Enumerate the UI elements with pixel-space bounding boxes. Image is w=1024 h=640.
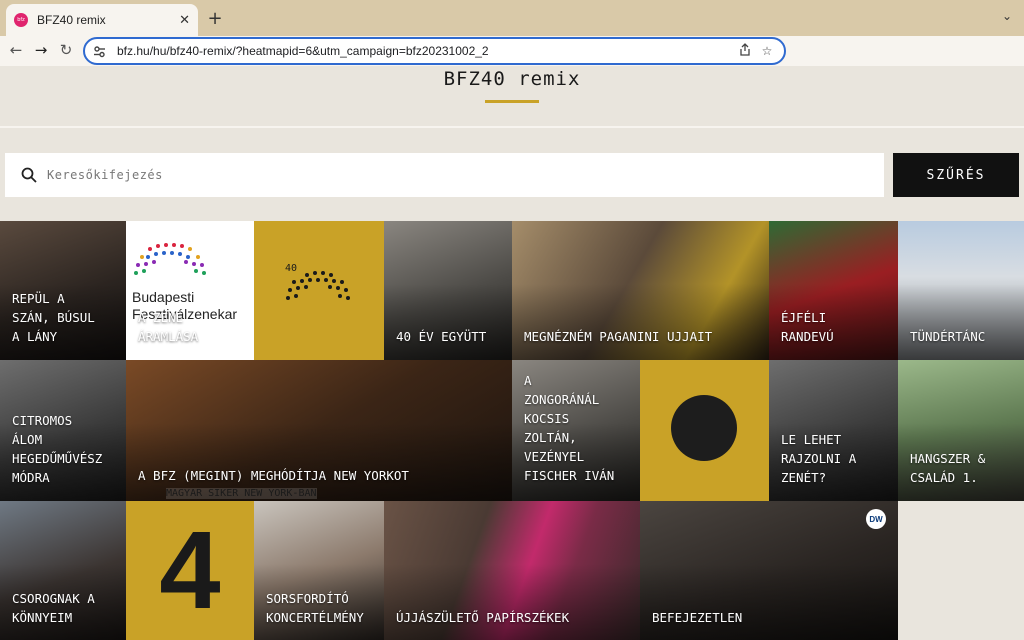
tile-label: BEFEJEZETLEN: [652, 610, 743, 625]
tile-ejfeli-randevu[interactable]: ÉJFÉLI RANDEVÚ: [769, 221, 898, 360]
tile-a-zene-aramlasa[interactable]: Budapesti Fesztiválzenekar A ZENE ÁRAMLÁ…: [126, 221, 254, 360]
black-circle-icon: [671, 395, 737, 461]
tile-bfz40-logo[interactable]: 40: [254, 221, 384, 360]
tile-label: A ZENE ÁRAMLÁSA: [138, 310, 199, 344]
site-favicon-icon: bfz: [14, 13, 28, 27]
tile-label: LE LEHET RAJZOLNI A ZENÉT?: [781, 432, 857, 485]
tile-kocsis-fischer[interactable]: A ZONGORÁNÁL KOCSIS ZOLTÁN, VEZÉNYEL FIS…: [512, 360, 640, 501]
tile-le-lehet-rajzolni[interactable]: LE LEHET RAJZOLNI A ZENÉT?: [769, 360, 898, 501]
video-tile-grid: REPÜL A SZÁN, BÚSUL A LÁNY Budapesti Fes…: [0, 221, 1024, 640]
search-icon: [21, 167, 37, 183]
tile-label: ÉJFÉLI RANDEVÚ: [781, 310, 834, 344]
tile-40-ev-egyutt[interactable]: 40 ÉV EGYÜTT: [384, 221, 512, 360]
tile-tunderanc[interactable]: TÜNDÉRTÁNC: [898, 221, 1024, 360]
tile-label: A BFZ (MEGINT) MEGHÓDÍTJA NEW YORKOT: [138, 468, 409, 483]
filter-button[interactable]: SZŰRÉS: [893, 153, 1019, 197]
page-title: BFZ40 remix: [443, 68, 581, 90]
large-digit: 4: [159, 509, 221, 632]
tile-bfz-new-york[interactable]: A BFZ (MEGINT) MEGHÓDÍTJA NEW YORKOT MAG…: [126, 360, 512, 501]
url-text[interactable]: bfz.hu/hu/bfz40-remix/?heatmapid=6&utm_c…: [117, 44, 734, 58]
share-icon[interactable]: [734, 43, 756, 59]
tile-ujjaszuleto-papirszekek[interactable]: ÚJJÁSZÜLETŐ PAPÍRSZÉKEK: [384, 501, 640, 640]
site-info-icon[interactable]: [93, 44, 107, 58]
tile-csorognak-a-konnyeim[interactable]: CSOROGNAK A KÖNNYEIM: [0, 501, 126, 640]
tile-sorsfordito-koncertelmeny[interactable]: SORSFORDÍTÓ KONCERTÉLMÉNY: [254, 501, 384, 640]
header-divider: [0, 126, 1024, 128]
tile-megneznem-paganini[interactable]: MEGNÉZNÉM PAGANINI UJJAIT: [512, 221, 769, 360]
tile-hangszer-csalad[interactable]: HANGSZER & CSALÁD 1.: [898, 360, 1024, 501]
tab-title: BFZ40 remix: [37, 13, 106, 27]
tab-list-chevron-icon[interactable]: ⌄: [1002, 9, 1012, 23]
new-tab-icon[interactable]: +: [206, 8, 224, 29]
tile-befejezetlen[interactable]: DW BEFEJEZETLEN: [640, 501, 898, 640]
browser-tab[interactable]: bfz BFZ40 remix ✕: [6, 4, 198, 36]
favicon-text: bfz: [17, 17, 25, 23]
bfz40-dots-logo-icon: [286, 271, 350, 300]
tile-label: CSOROGNAK A KÖNNYEIM: [12, 591, 95, 625]
star-icon[interactable]: ☆: [756, 44, 778, 58]
tile-caption: MAGYAR SIKER NEW YORK-BAN: [166, 488, 317, 499]
tile-label: A ZONGORÁNÁL KOCSIS ZOLTÁN, VEZÉNYEL FIS…: [524, 373, 615, 483]
title-underline: [485, 100, 539, 103]
search-input[interactable]: Keresőkifejezés: [5, 153, 884, 197]
close-tab-icon[interactable]: ✕: [179, 13, 190, 28]
dw-logo-icon: DW: [866, 509, 886, 529]
orchestra-logo-icon: [134, 243, 206, 275]
forward-arrow-icon[interactable]: →: [31, 40, 51, 60]
tile-label: MEGNÉZNÉM PAGANINI UJJAIT: [524, 329, 713, 344]
search-placeholder: Keresőkifejezés: [47, 168, 163, 182]
back-arrow-icon[interactable]: ←: [6, 40, 26, 60]
tile-label: HANGSZER & CSALÁD 1.: [910, 451, 986, 485]
page-content: BFZ40 remix Keresőkifejezés SZŰRÉS REPÜL…: [0, 66, 1024, 640]
browser-toolbar: ← → ↻ bfz.hu/hu/bfz40-remix/?heatmapid=6…: [0, 36, 1024, 66]
tile-label: ÚJJÁSZÜLETŐ PAPÍRSZÉKEK: [396, 610, 570, 625]
tile-label: SORSFORDÍTÓ KONCERTÉLMÉNY: [266, 591, 364, 625]
tile-repul-a-szan[interactable]: REPÜL A SZÁN, BÚSUL A LÁNY: [0, 221, 126, 360]
tile-label: REPÜL A SZÁN, BÚSUL A LÁNY: [12, 291, 95, 344]
tile-label: TÜNDÉRTÁNC: [910, 329, 986, 344]
address-bar[interactable]: bfz.hu/hu/bfz40-remix/?heatmapid=6&utm_c…: [83, 37, 786, 65]
tile-gold-dot[interactable]: [640, 360, 769, 501]
reload-icon[interactable]: ↻: [56, 40, 76, 60]
tile-citromos-alom[interactable]: CITROMOS ÁLOM HEGEDŰMŰVÉSZ MÓDRA: [0, 360, 126, 501]
browser-tab-strip: bfz BFZ40 remix ✕ + ⌄: [0, 0, 1024, 36]
tile-label: 40 ÉV EGYÜTT: [396, 329, 487, 344]
tile-gold-four[interactable]: 4: [126, 501, 254, 640]
tile-label: CITROMOS ÁLOM HEGEDŰMŰVÉSZ MÓDRA: [12, 413, 103, 485]
